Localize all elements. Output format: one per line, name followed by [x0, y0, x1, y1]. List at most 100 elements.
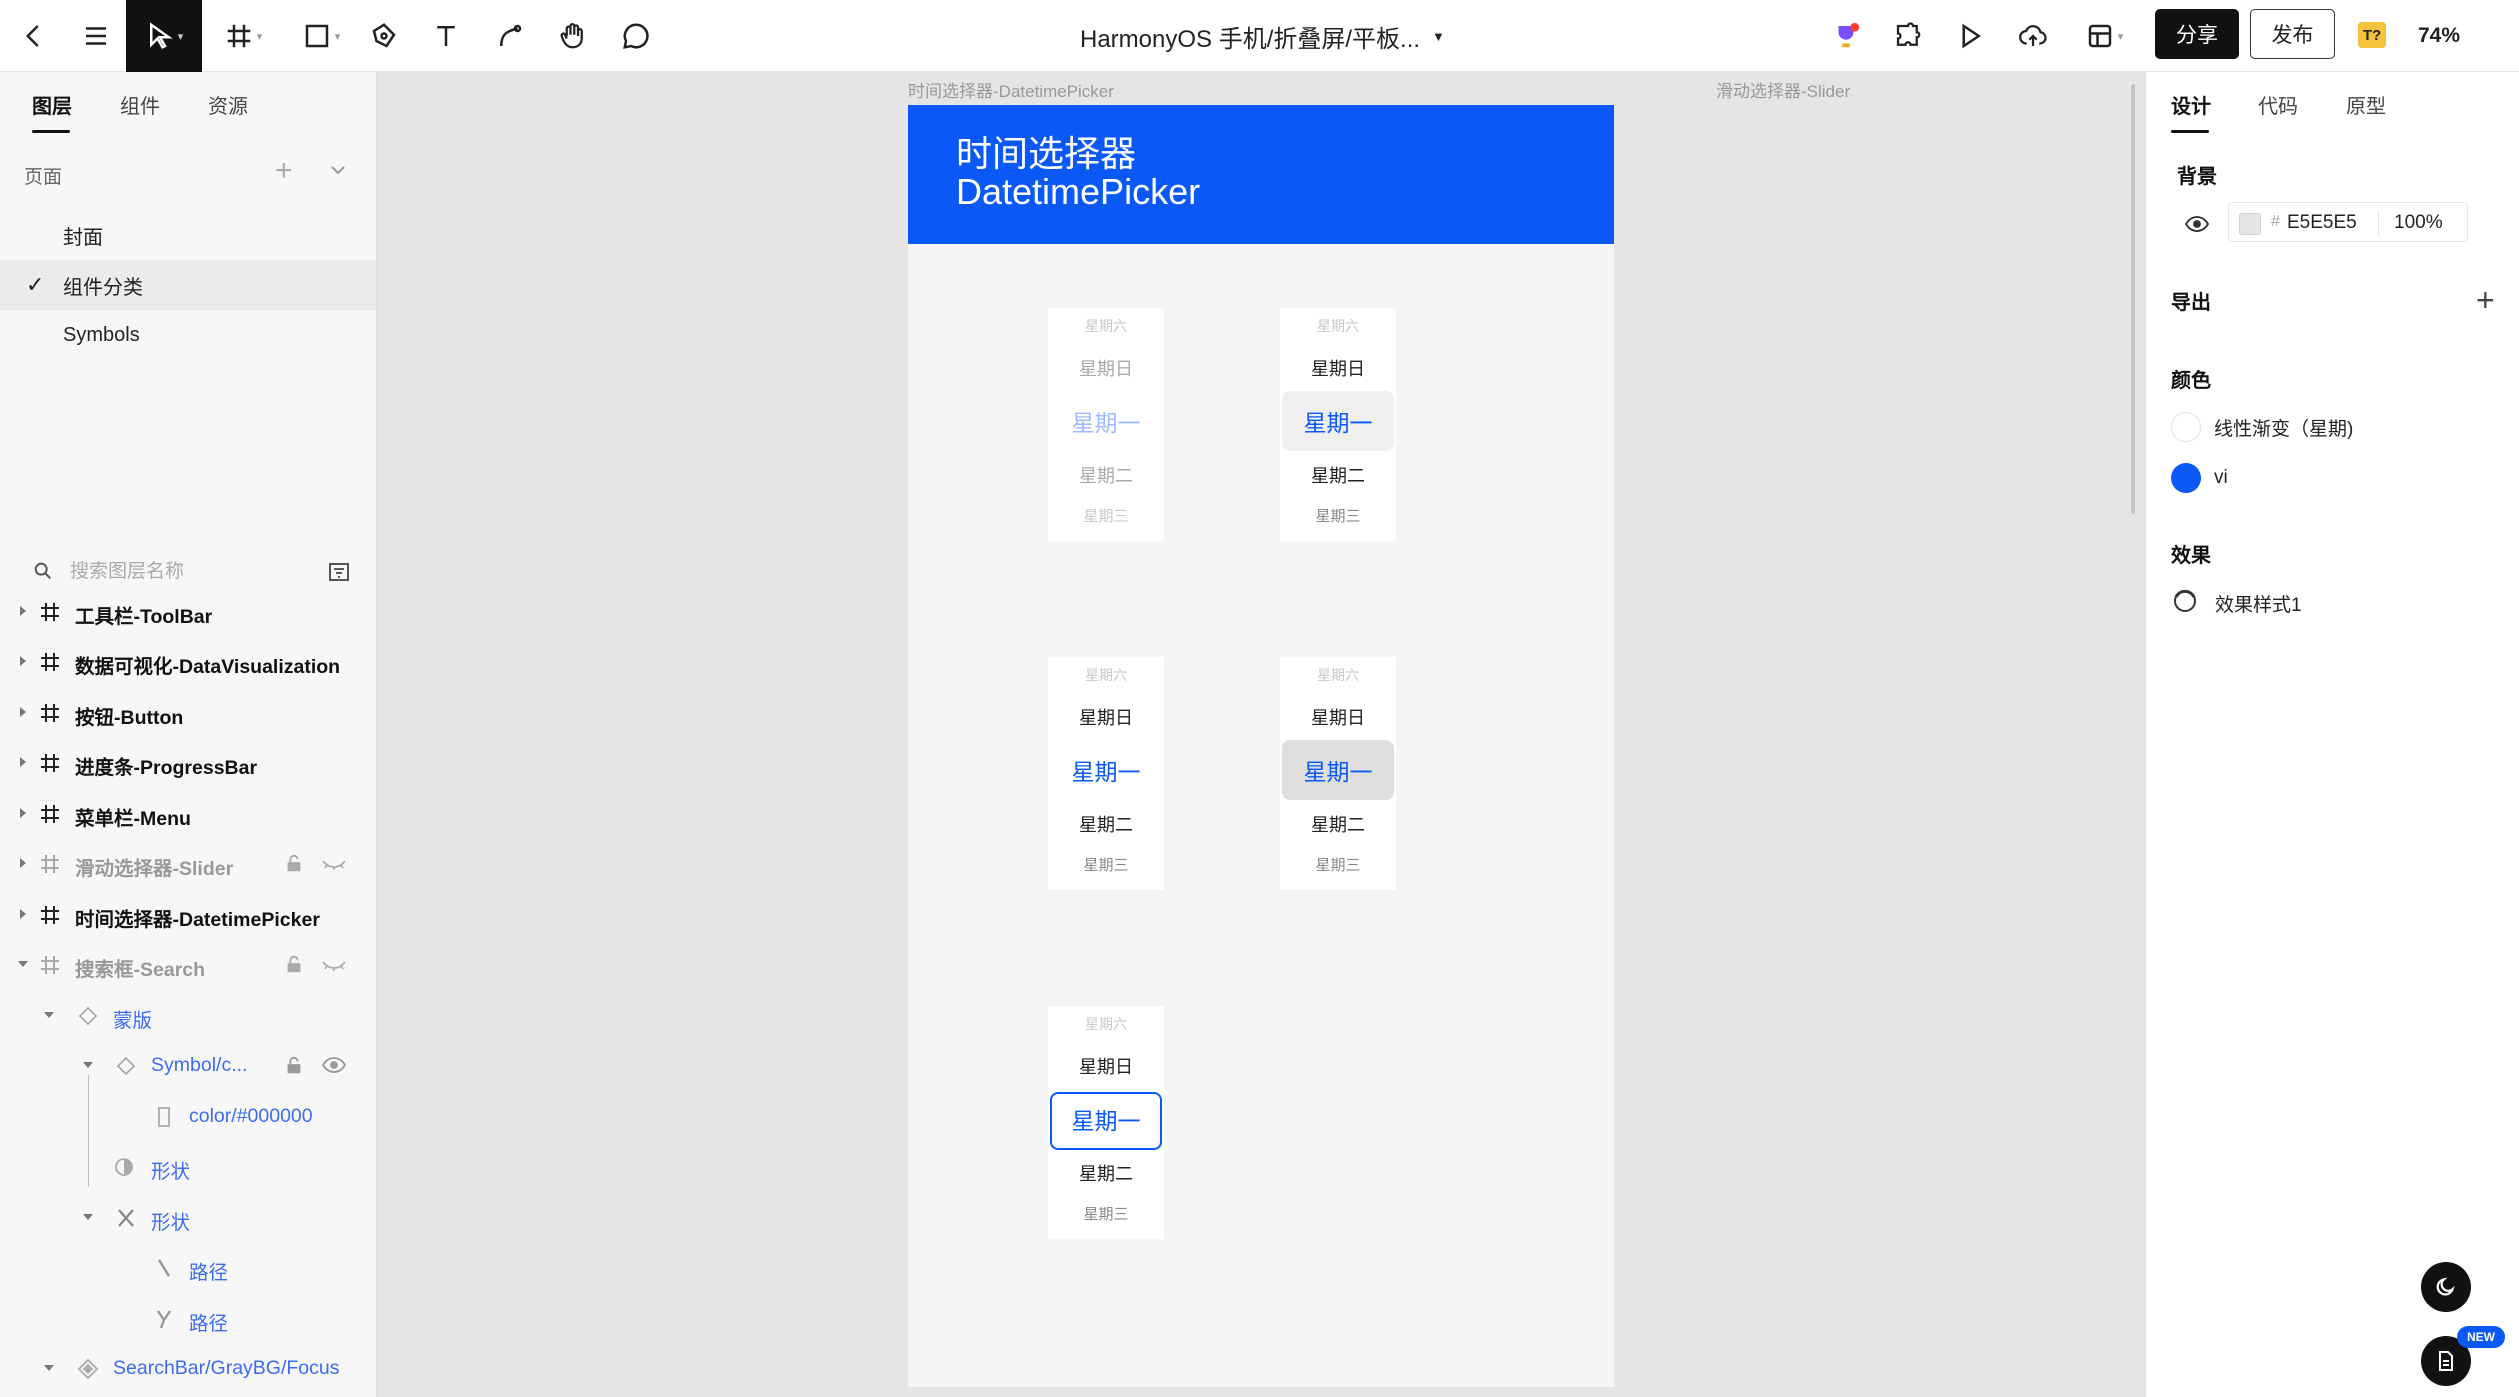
text-tool-icon[interactable]	[428, 0, 464, 72]
document-title-text: HarmonyOS 手机/折叠屏/平板...	[1080, 25, 1421, 53]
symbol-diamond-icon	[114, 1054, 138, 1078]
collapse-arrow-icon[interactable]	[83, 1214, 93, 1220]
tab-layers[interactable]: 图层	[32, 90, 72, 119]
collapse-arrow-icon[interactable]	[44, 1365, 54, 1371]
picker-item-selected: 星期一	[1071, 1108, 1141, 1134]
background-color-field[interactable]: # E5E5E5 100%	[2228, 202, 2468, 242]
upload-cloud-icon[interactable]	[2015, 0, 2051, 72]
expand-arrow-icon[interactable]	[20, 808, 26, 818]
layer-row[interactable]: 路径	[0, 1294, 376, 1344]
picker-item: 星期三	[1315, 508, 1361, 525]
layer-row-hidden[interactable]: 搜索框-Search	[0, 940, 376, 990]
layer-row-hidden[interactable]: 滑动选择器-Slider	[0, 839, 376, 889]
frame-tool-icon[interactable]: ▾	[218, 0, 268, 72]
publish-button[interactable]: 发布	[2250, 9, 2335, 59]
layer-row[interactable]: 形状	[0, 1193, 376, 1243]
share-button[interactable]: 分享	[2155, 9, 2239, 59]
eye-hidden-icon[interactable]	[321, 852, 347, 874]
layer-row[interactable]: 工具栏-ToolBar	[0, 587, 376, 637]
layer-row[interactable]: 蒙版	[0, 991, 376, 1041]
frame-label-datetimepicker[interactable]: 时间选择器-DatetimePicker	[908, 77, 1114, 102]
layer-row[interactable]: color/#000000	[0, 1092, 376, 1142]
back-icon[interactable]	[14, 0, 54, 72]
chevron-down-icon[interactable]	[326, 158, 350, 182]
frame-icon	[38, 802, 62, 826]
picker-item: 星期日	[1079, 1057, 1133, 1077]
add-page-icon[interactable]: +	[275, 154, 293, 188]
picker-item: 星期六	[1085, 667, 1127, 683]
design-canvas[interactable]: 时间选择器-DatetimePicker 滑动选择器-Slider 时间选择器 …	[378, 72, 2135, 1397]
eye-icon[interactable]	[2184, 213, 2210, 235]
select-tool-icon[interactable]: ▾	[126, 0, 202, 72]
color-swatch[interactable]	[2239, 213, 2261, 235]
datetime-picker-focus[interactable]: 星期六 星期日 星期一 星期二 星期三	[1048, 1006, 1164, 1239]
layer-row[interactable]: 按钮-Button	[0, 688, 376, 738]
datetime-picker-normal[interactable]: 星期六 星期日 星期一 星期二 星期三	[1048, 657, 1164, 890]
layer-row[interactable]: 形状	[0, 1142, 376, 1192]
lock-icon[interactable]	[283, 852, 305, 874]
layout-icon[interactable]: ▾	[2080, 0, 2128, 72]
play-icon[interactable]	[1952, 0, 1988, 72]
datetime-picker-hover[interactable]: 星期六 星期日 星期一 星期二 星期三	[1280, 308, 1396, 541]
pen-tool-icon[interactable]	[366, 0, 402, 72]
eye-hidden-icon[interactable]	[321, 953, 347, 975]
collapse-arrow-icon[interactable]	[44, 1012, 54, 1018]
frame-label-slider[interactable]: 滑动选择器-Slider	[1716, 77, 1850, 102]
layer-row[interactable]: 菜单栏-Menu	[0, 789, 376, 839]
lock-icon[interactable]	[283, 1054, 305, 1076]
expand-arrow-icon[interactable]	[20, 909, 26, 919]
background-opacity-value[interactable]: 100%	[2394, 212, 2443, 234]
tab-design[interactable]: 设计	[2171, 90, 2211, 119]
comment-tool-icon[interactable]	[618, 0, 654, 72]
color-style-item[interactable]: 线性渐变（星期)	[2171, 410, 2353, 444]
layer-search-input[interactable]	[70, 554, 310, 590]
expand-arrow-icon[interactable]	[20, 707, 26, 717]
expand-arrow-icon[interactable]	[20, 606, 26, 616]
frame-icon	[38, 751, 62, 775]
zoom-level[interactable]: 74%	[2418, 0, 2460, 72]
layer-name: 搜索框-Search	[75, 959, 206, 981]
page-item[interactable]: 封面	[0, 210, 376, 260]
layer-row[interactable]: SearchBar/GrayBG/Focus	[0, 1344, 376, 1394]
picker-item-selected: 星期一	[1303, 410, 1373, 436]
filter-icon[interactable]	[327, 560, 351, 584]
tab-assets[interactable]: 资源	[208, 90, 248, 119]
tab-prototype[interactable]: 原型	[2346, 90, 2386, 119]
document-title[interactable]: HarmonyOS 手机/折叠屏/平板... ▼	[1080, 0, 1445, 72]
font-missing-badge[interactable]: T?	[2358, 22, 2386, 48]
trophy-icon[interactable]	[1828, 0, 1864, 72]
picker-item: 星期三	[1315, 857, 1361, 874]
background-hex-value[interactable]: E5E5E5	[2287, 212, 2357, 234]
lock-icon[interactable]	[283, 953, 305, 975]
datetime-picker-disabled[interactable]: 星期六 星期日 星期一 星期二 星期三	[1048, 308, 1164, 541]
path-tool-icon[interactable]	[492, 0, 528, 72]
rectangle-tool-icon[interactable]: ▾	[296, 0, 346, 72]
top-toolbar: ▾ ▾ ▾ HarmonyOS 手机/折叠屏/平板... ▼ ▾ 分享 发布 T…	[0, 0, 2519, 72]
page-item-selected[interactable]: ✓ 组件分类	[0, 260, 376, 310]
layer-row[interactable]: 路径	[0, 1243, 376, 1293]
color-style-item[interactable]: vi	[2171, 461, 2228, 495]
artboard-datetimepicker[interactable]: 时间选择器 DatetimePicker 星期六 星期日 星期一 星期二 星期三…	[908, 105, 1614, 1387]
page-item[interactable]: Symbols	[0, 310, 376, 360]
canvas-scrollbar[interactable]	[2131, 84, 2135, 514]
tab-code[interactable]: 代码	[2258, 90, 2298, 119]
collapse-arrow-icon[interactable]	[83, 1062, 93, 1068]
add-export-icon[interactable]: +	[2476, 282, 2495, 319]
collapse-arrow-icon[interactable]	[18, 961, 28, 967]
layer-row[interactable]: 进度条-ProgressBar	[0, 738, 376, 788]
theme-toggle-button[interactable]	[2421, 1262, 2471, 1312]
datetime-picker-pressed[interactable]: 星期六 星期日 星期一 星期二 星期三	[1280, 657, 1396, 890]
layer-row[interactable]: Symbol/c...	[0, 1041, 376, 1091]
frame-icon	[38, 903, 62, 927]
effect-style-name[interactable]: 效果样式1	[2215, 590, 2302, 617]
expand-arrow-icon[interactable]	[20, 858, 26, 868]
hand-tool-icon[interactable]	[555, 0, 591, 72]
menu-icon[interactable]	[76, 0, 116, 72]
layer-row[interactable]: 时间选择器-DatetimePicker	[0, 890, 376, 940]
layer-row[interactable]: 数据可视化-DataVisualization	[0, 637, 376, 687]
expand-arrow-icon[interactable]	[20, 656, 26, 666]
expand-arrow-icon[interactable]	[20, 757, 26, 767]
plugin-icon[interactable]	[1890, 0, 1926, 72]
eye-icon[interactable]	[321, 1054, 347, 1076]
tab-components[interactable]: 组件	[120, 90, 160, 119]
